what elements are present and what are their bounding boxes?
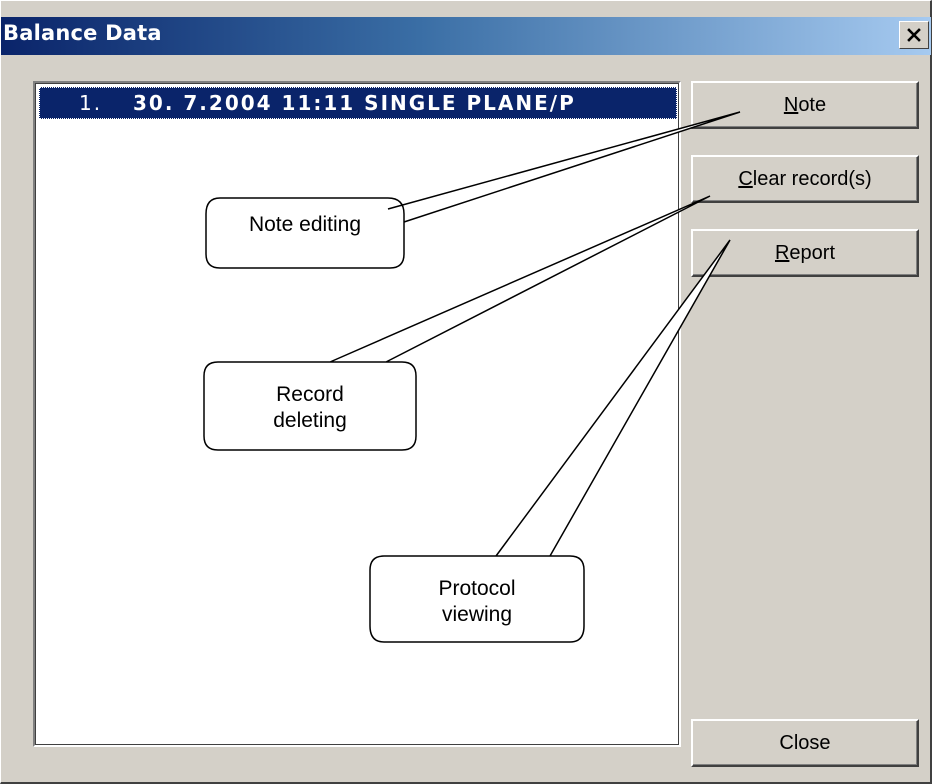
record-callout-line-2: deleting [273,409,347,432]
protocol-callout-line-1: Protocol [438,577,516,600]
balance-data-window: Balance Data 1. 30. 7.2004 11:11 SINGLE … [0,0,932,784]
record-callout-text: Record deleting [204,382,416,434]
close-button[interactable]: Close [691,719,919,767]
note-button-label: Note [783,93,827,116]
window-title: Balance Data [3,21,162,45]
protocol-callout-line-2: viewing [441,603,513,626]
close-icon [907,28,921,42]
list-item[interactable]: 1. 30. 7.2004 11:11 SINGLE PLANE/P [39,87,677,119]
title-bar[interactable]: Balance Data [1,17,931,55]
report-button-label: Report [774,241,836,264]
clear-records-button-label: Clear record(s) [738,167,872,190]
close-window-button[interactable] [899,21,929,49]
record-text: 30. 7.2004 11:11 SINGLE PLANE/P [133,91,576,115]
protocol-callout-text: Protocol viewing [370,576,584,628]
note-callout-line: Note editing [248,213,362,236]
record-callout-line-1: Record [276,383,344,406]
clear-records-button[interactable]: Clear record(s) [691,155,919,203]
record-number: 1. [79,91,103,115]
report-button[interactable]: Report [691,229,919,277]
note-button[interactable]: Note [691,81,919,129]
note-callout-text: Note editing [206,212,404,238]
close-button-label: Close [779,731,831,754]
